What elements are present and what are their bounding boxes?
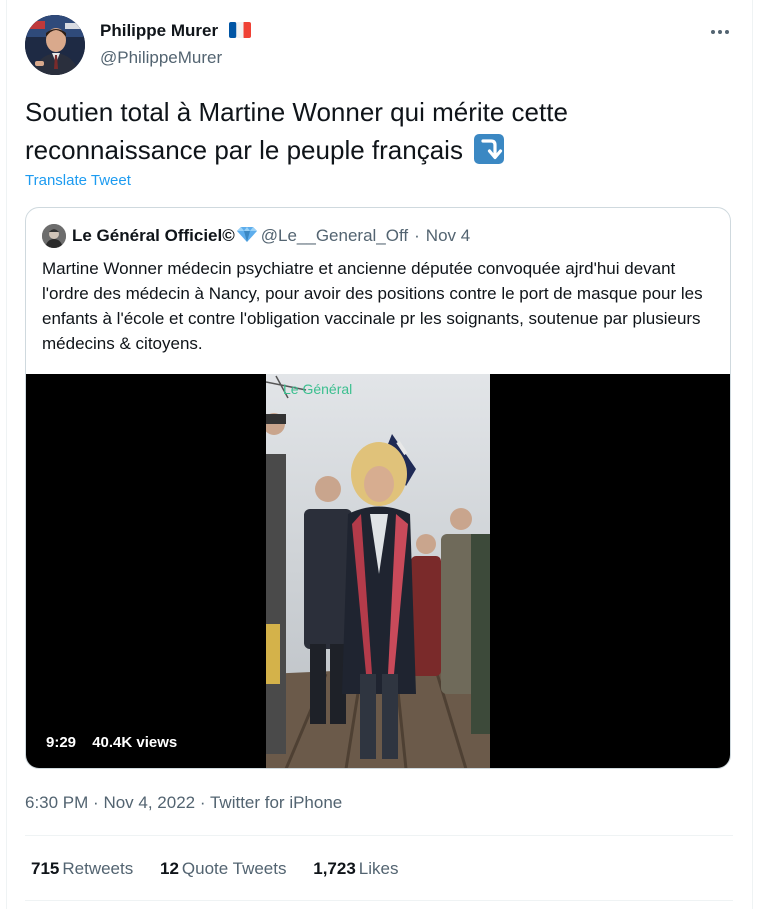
video-watermark-text: Le Général: [283, 381, 353, 397]
engagement-stats: 715 Retweets 12 Quote Tweets 1,723 Likes: [31, 859, 420, 879]
tweet-time[interactable]: 6:30 PM: [25, 793, 88, 812]
author-name-link[interactable]: Philippe Murer: [100, 20, 251, 44]
author-handle[interactable]: @PhilippeMurer: [100, 47, 251, 69]
likes-label: Likes: [358, 859, 399, 878]
avatar-photo: [25, 15, 85, 75]
left-border: [6, 0, 7, 909]
quote-separator: ·: [414, 226, 420, 245]
france-flag-icon: [228, 22, 251, 44]
author-avatar[interactable]: [25, 15, 85, 75]
gem-icon: [236, 226, 257, 247]
video-thumbnail: [266, 374, 490, 768]
more-horizontal-icon: [711, 30, 729, 34]
translate-tweet-link[interactable]: Translate Tweet: [25, 172, 131, 189]
quote-date: Nov 4: [425, 226, 471, 245]
video-duration: 9:29: [46, 734, 77, 751]
video-views: 40.4K views: [92, 734, 178, 751]
quote-author-avatar: [42, 224, 66, 248]
retweets-stat[interactable]: 715 Retweets: [31, 859, 133, 879]
quoted-tweet-card[interactable]: Le Général Officiel© @Le__General_Off · …: [25, 207, 731, 769]
video-player[interactable]: Le Général 9:29 40.4K views: [26, 374, 730, 768]
quote-tweets-count: 12: [159, 859, 179, 878]
author-block: Philippe Murer @PhilippeMurer: [100, 20, 251, 69]
divider-bottom: [25, 900, 733, 901]
video-meta: 9:29 40.4K views: [46, 734, 177, 751]
tweet-timestamp-line: 6:30 PM · Nov 4, 2022 · Twitter for iPho…: [25, 793, 342, 813]
divider: [25, 835, 733, 836]
quote-author-handle: @Le__General_Off: [260, 226, 409, 245]
author-name: Philippe Murer: [100, 21, 219, 40]
tweet-date[interactable]: Nov 4, 2022: [103, 793, 195, 812]
quote-header: Le Général Officiel© @Le__General_Off · …: [42, 224, 470, 248]
quote-text: Martine Wonner médecin psychiatre et anc…: [42, 259, 703, 353]
quote-author-name: Le Général Officiel©: [72, 226, 235, 245]
quote-tweets-label: Quote Tweets: [181, 859, 287, 878]
quote-tweets-stat[interactable]: 12 Quote Tweets: [160, 859, 287, 879]
video-scene: [266, 374, 490, 768]
timestamp-separator-2: ·: [199, 793, 206, 812]
likes-stat[interactable]: 1,723 Likes: [313, 859, 398, 879]
timestamp-separator: ·: [93, 793, 99, 812]
arrow-down-right-icon: [474, 134, 505, 164]
retweets-label: Retweets: [62, 859, 134, 878]
likes-count: 1,723: [313, 859, 356, 878]
tweet-text-block: Soutien total à Martine Wonner qui mérit…: [25, 93, 725, 169]
retweets-count: 715: [31, 859, 60, 878]
right-border: [752, 0, 753, 909]
tweet-source[interactable]: Twitter for iPhone: [210, 793, 342, 812]
more-options-button[interactable]: [708, 22, 732, 42]
